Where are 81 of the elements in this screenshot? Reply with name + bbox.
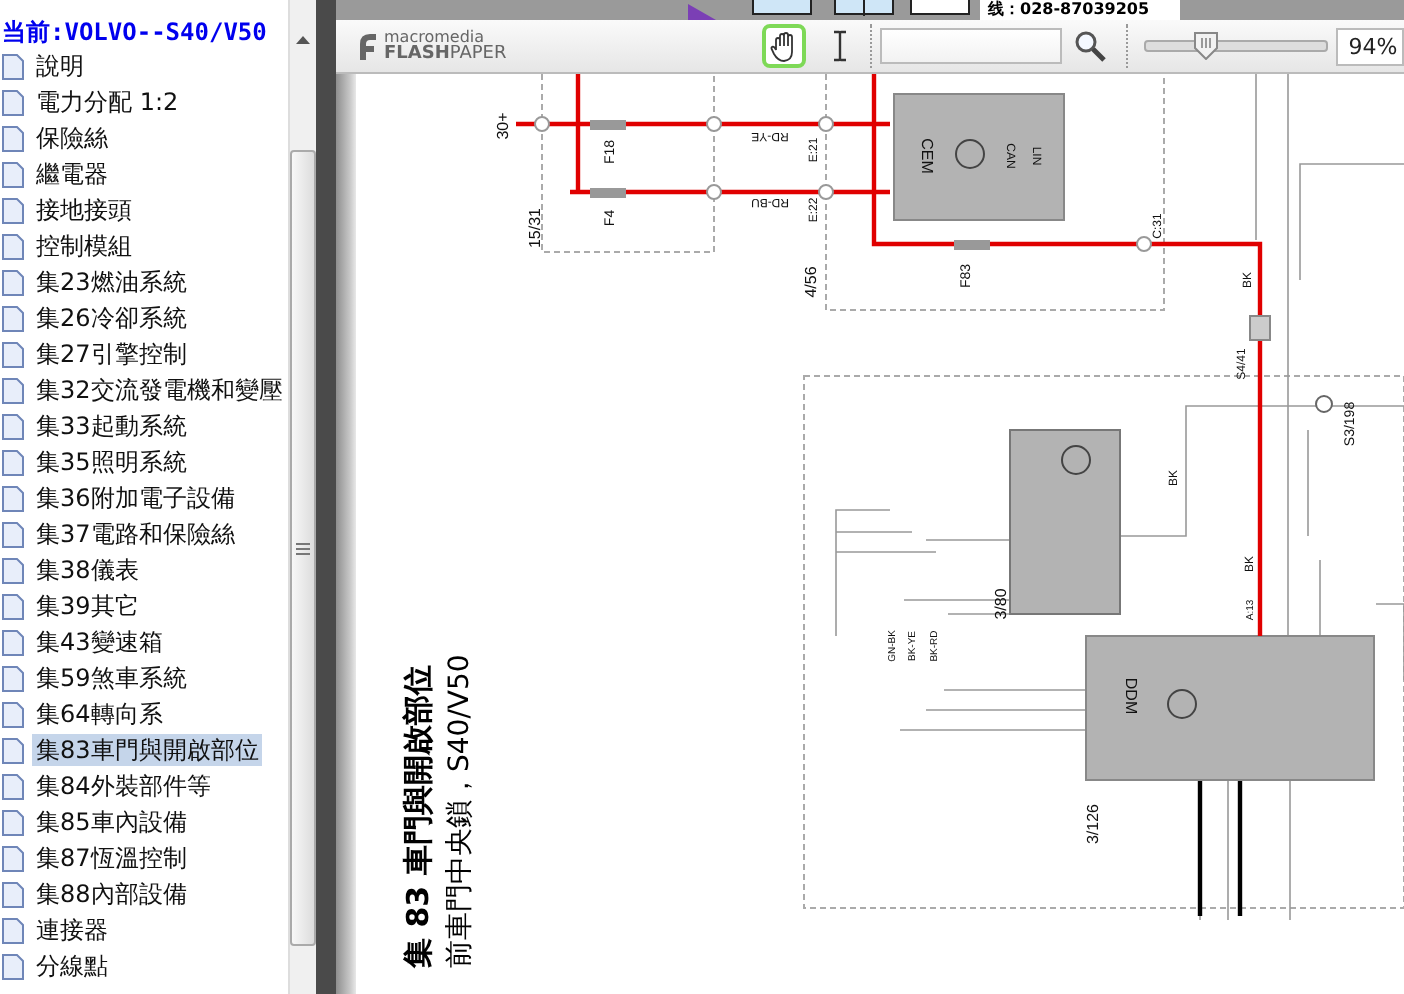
tree-item[interactable]: 集37電路和保險絲 [32, 518, 239, 550]
window-layout-icon [834, 0, 894, 16]
document-icon [2, 665, 24, 691]
document-icon [2, 125, 24, 151]
document-icon [2, 53, 24, 79]
document-icon [2, 593, 24, 619]
tree-item[interactable]: 集84外裝部件等 [32, 770, 215, 802]
tree-item[interactable]: 集39其它 [32, 590, 143, 622]
tree-item[interactable]: 連接器 [32, 914, 112, 946]
tree-item[interactable]: 集23燃油系統 [32, 266, 191, 298]
document-icon [2, 377, 24, 403]
tree-item[interactable]: 控制模組 [32, 230, 136, 262]
document-icon [2, 485, 24, 511]
phone-number: 线：028-87039205 [980, 0, 1180, 20]
search-field[interactable] [880, 28, 1063, 64]
tree-item[interactable]: 電力分配 1:2 [32, 86, 183, 118]
slider-thumb[interactable] [1193, 32, 1218, 60]
document-icon [2, 809, 24, 835]
document-icon [2, 521, 24, 547]
window-layout-icon [910, 0, 970, 16]
diagram-subtitle: 前車門中央鎖，S40/V50 [444, 654, 476, 968]
logo-icon [354, 32, 378, 60]
scroll-thumb[interactable] [290, 150, 316, 946]
diagram-label: 3/80 [992, 588, 1011, 620]
diagram-label: 4/56 [802, 266, 821, 298]
document-icon [2, 449, 24, 475]
scroll-up-icon[interactable] [294, 34, 312, 46]
tree-item[interactable]: 接地接頭 [32, 194, 136, 226]
logo-product: FLASHPAPER [384, 46, 507, 62]
tree-item[interactable]: 集64轉向系 [32, 698, 167, 730]
tree-item[interactable]: 保險絲 [32, 122, 112, 154]
hand-icon [770, 31, 799, 61]
tree-item[interactable]: 集83車門與開啟部位 [32, 734, 263, 766]
document-icon [2, 413, 24, 439]
i-beam-icon [832, 30, 849, 62]
tree-item[interactable]: 集43變速箱 [32, 626, 167, 658]
scrollbar[interactable] [288, 0, 316, 994]
tree-item[interactable]: 集36附加電子設備 [32, 482, 239, 514]
diagram-label: 3/126 [1084, 803, 1103, 845]
diagram-title: 集 83 車門與開啟部位 [400, 665, 436, 968]
search-icon[interactable] [1074, 30, 1107, 62]
tree-item[interactable]: 分線點 [32, 950, 112, 982]
tree-item[interactable]: 集35照明系統 [32, 446, 191, 478]
document-icon [2, 305, 24, 331]
tree-item[interactable]: 集27引擎控制 [32, 338, 191, 370]
tree-header: 当前:VOLVO--S40/V50 [0, 16, 269, 48]
tree-item[interactable]: 集26冷卻系統 [32, 302, 191, 334]
hand-tool-button[interactable] [762, 24, 807, 68]
tree-item[interactable]: 集59煞車系統 [32, 662, 191, 694]
document-icon [2, 197, 24, 223]
document-icon [2, 161, 24, 187]
document-icon [2, 737, 24, 763]
logo-brand: macromedia [384, 30, 485, 46]
diagram-label: 15/31 [526, 207, 545, 249]
triangle-icon [688, 4, 716, 20]
diagram-label: CEM [917, 138, 936, 174]
document-icon [2, 233, 24, 259]
diagram-label: DDM [1121, 677, 1140, 715]
tree-item[interactable]: 集87恆溫控制 [32, 842, 191, 874]
document-icon [2, 773, 24, 799]
document-icon [2, 845, 24, 871]
tree-item[interactable]: 集88內部設備 [32, 878, 191, 910]
window-layout-icon [752, 0, 812, 16]
tree-item[interactable]: 說明 [32, 50, 88, 82]
document-icon [2, 557, 24, 583]
diagram-label: 30+ [494, 112, 513, 140]
tree-item[interactable]: 集85車內設備 [32, 806, 191, 838]
document-icon [2, 629, 24, 655]
document-icon [2, 341, 24, 367]
tree-item[interactable]: 集32交流發電機和變壓 [32, 374, 287, 406]
tree-item[interactable]: 集38儀表 [32, 554, 143, 586]
document-icon [2, 881, 24, 907]
document-icon [2, 269, 24, 295]
grip-icon [296, 541, 310, 555]
tree-item[interactable]: 繼電器 [32, 158, 112, 190]
document-icon [2, 89, 24, 115]
zoom-percent-field[interactable]: 94% [1336, 27, 1404, 65]
document-icon [2, 917, 24, 943]
document-icon [2, 953, 24, 979]
document-icon [2, 701, 24, 727]
tree-item[interactable]: 集33起動系統 [32, 410, 191, 442]
